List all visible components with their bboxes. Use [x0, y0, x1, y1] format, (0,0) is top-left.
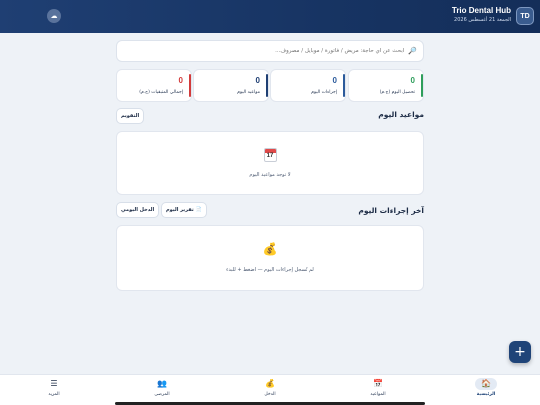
nav-item-more[interactable]: ☰ المزيد [34, 378, 74, 404]
patients-icon: 👥 [157, 379, 167, 388]
stat-value: 0 [332, 76, 337, 85]
stat-label: مواعيد اليوم [237, 90, 260, 95]
stat-card-collection-today[interactable]: 0 تحصيل اليوم (ج.م) [348, 69, 424, 102]
daily-income-button[interactable]: الدخل اليومي [116, 202, 160, 218]
cloud-icon[interactable]: ☁ [47, 9, 61, 23]
nav-item-income[interactable]: 💰 الدخل [250, 378, 290, 404]
stat-label: إجمالي المتبقيات (ج.م) [139, 90, 183, 95]
empty-procedures-text: لم تُسجل إجراءات اليوم — اضغط + للبدء [226, 267, 314, 273]
nav-label: الرئيسية [476, 392, 496, 397]
nav-label: المرضى [154, 392, 170, 397]
avatar[interactable]: TD [516, 7, 534, 25]
money-bag-icon: 💰 [265, 379, 275, 388]
procedures-card: 💰 لم تُسجل إجراءات اليوم — اضغط + للبدء [116, 225, 424, 291]
app-header: TD Trio Dental Hub الجمعة 21 أغسطس 2026 … [0, 0, 540, 33]
procedures-title: آخر إجراءات اليوم [358, 206, 424, 215]
calendar-icon: 📅 [373, 379, 383, 388]
calendar-button[interactable]: التقويم [116, 108, 145, 124]
nav-label: المزيد [48, 392, 60, 397]
nav-item-patients[interactable]: 👥 المرضى [142, 378, 182, 404]
stat-value: 0 [178, 76, 183, 85]
stat-card-procedures-today[interactable]: 0 إجراءات اليوم [270, 69, 346, 102]
appointments-title: مواعيد اليوم [378, 110, 424, 119]
empty-appointments-text: لا توجد مواعيد اليوم [249, 172, 291, 178]
bottom-nav: 🏠 الرئيسية 📅 المواعيد 💰 الدخل 👥 المرضى ☰… [0, 374, 540, 405]
nav-item-home[interactable]: 🏠 الرئيسية [466, 378, 506, 404]
stat-label: إجراءات اليوم [311, 90, 337, 95]
appointments-card: 17 لا توجد مواعيد اليوم [116, 131, 424, 195]
calendar-icon: 17 [117, 148, 423, 165]
stat-value: 0 [255, 76, 260, 85]
app-title: Trio Dental Hub [451, 6, 511, 15]
nav-label: المواعيد [370, 392, 386, 397]
add-button[interactable]: + [509, 341, 531, 363]
menu-icon: ☰ [50, 379, 58, 388]
search-bar[interactable]: 🔎 [116, 40, 424, 62]
stat-card-appointments-today[interactable]: 0 مواعيد اليوم [193, 69, 269, 102]
money-bag-icon: 💰 [262, 242, 278, 256]
stat-card-total-remaining[interactable]: 0 إجمالي المتبقيات (ج.م) [116, 69, 192, 102]
search-input[interactable] [117, 48, 405, 54]
daily-report-label: تقرير اليوم [166, 207, 194, 213]
nav-label: الدخل [264, 392, 276, 397]
nav-item-appointments[interactable]: 📅 المواعيد [358, 378, 398, 404]
daily-report-button[interactable]: 📄 تقرير اليوم [161, 202, 207, 218]
search-icon: 🔎 [408, 47, 417, 55]
home-icon: 🏠 [481, 379, 491, 388]
report-icon: 📄 [195, 207, 202, 213]
stat-label: تحصيل اليوم (ج.م) [379, 90, 415, 95]
header-date: الجمعة 21 أغسطس 2026 [454, 17, 511, 23]
stat-value: 0 [410, 76, 415, 85]
